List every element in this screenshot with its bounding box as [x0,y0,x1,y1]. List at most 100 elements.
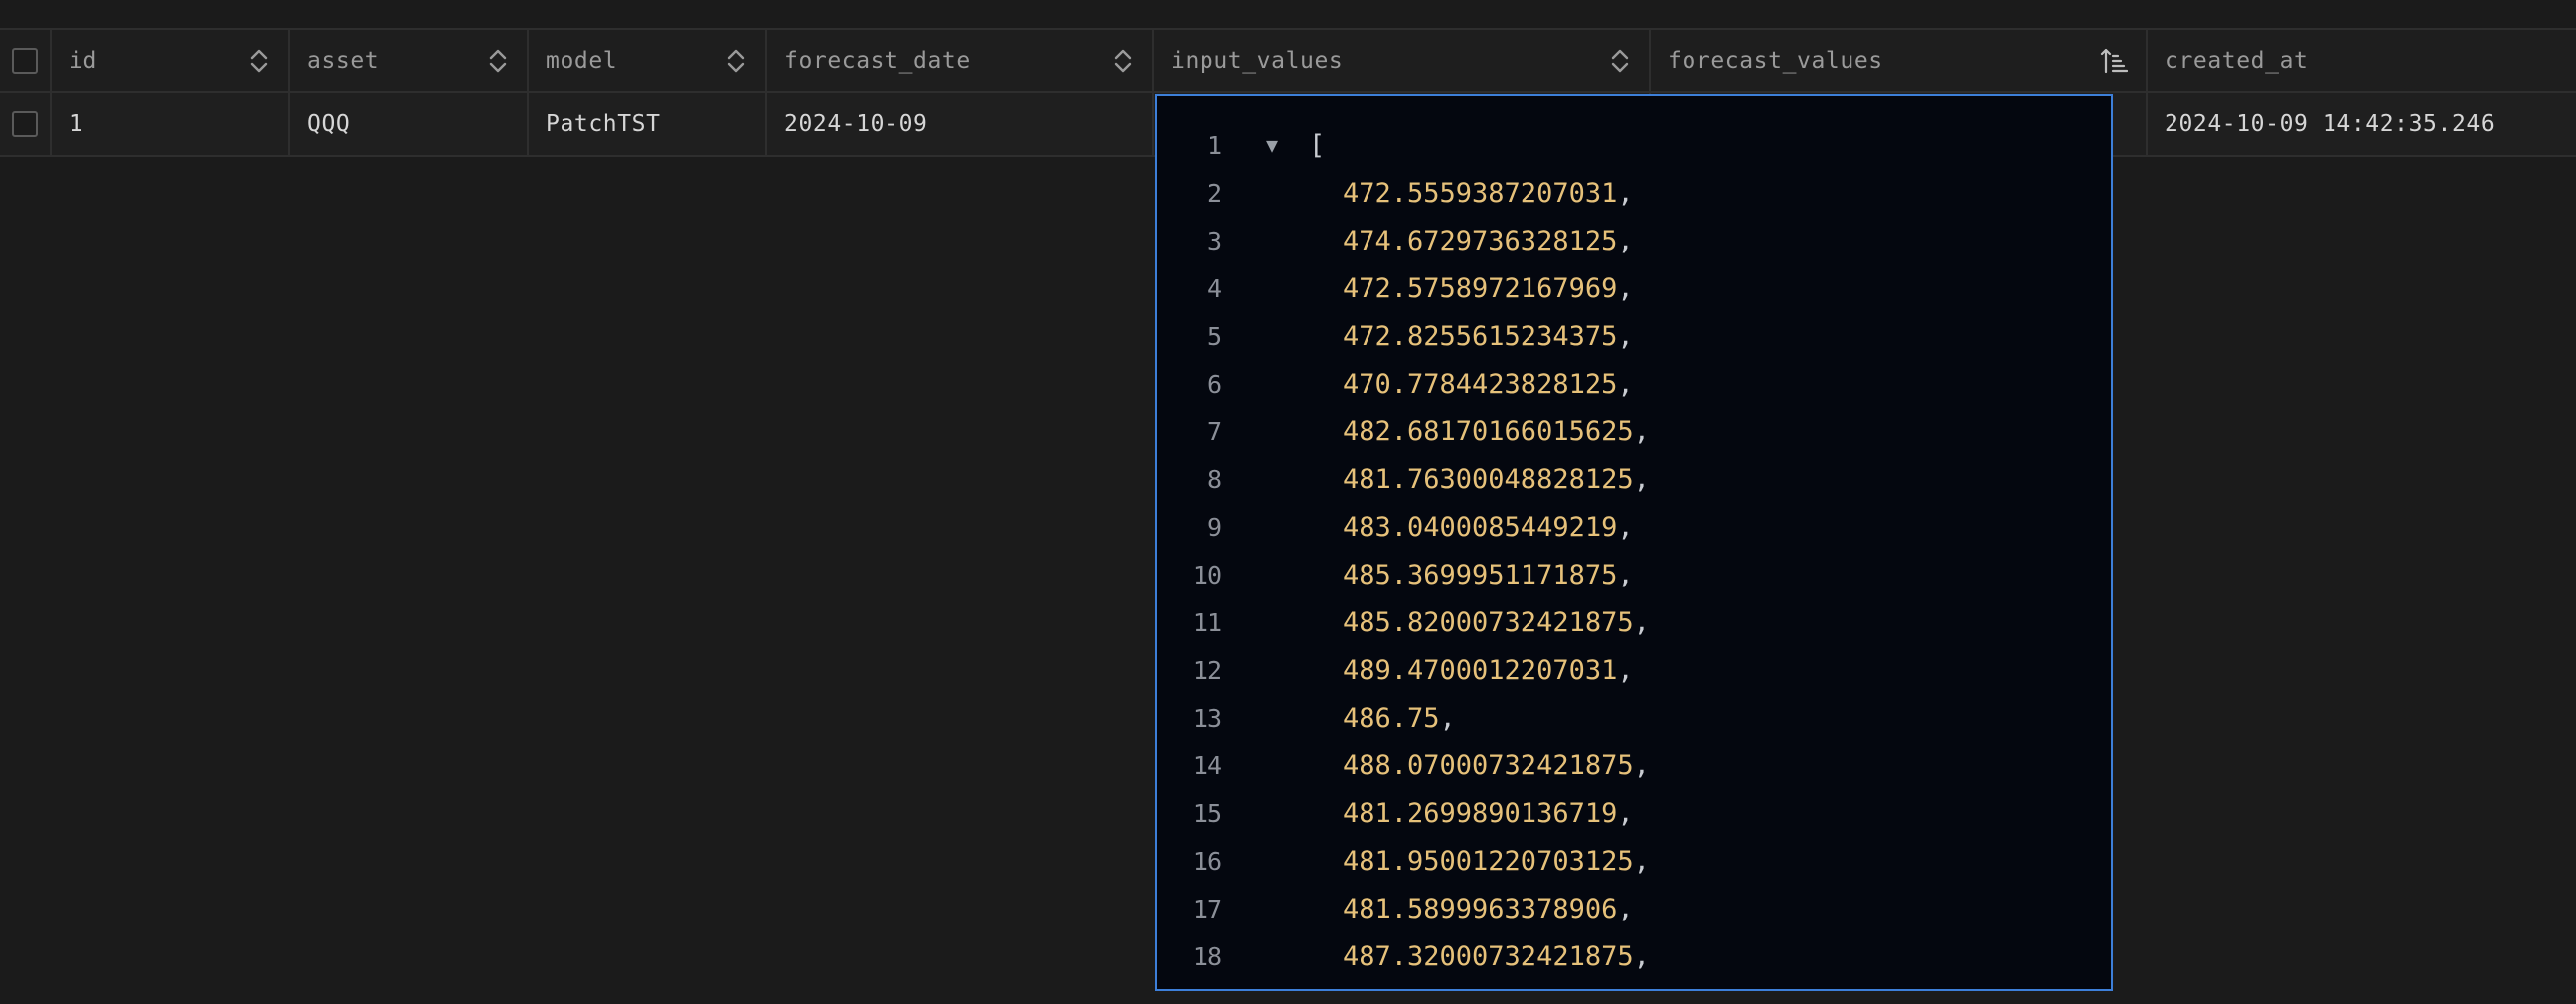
column-header-asset[interactable]: asset [290,30,529,91]
comma: , [1617,272,1634,304]
select-all-cell[interactable] [0,30,52,91]
editor-line: 6 470.7784423828125, [1157,360,2111,408]
json-number-value[interactable]: 472.5758972167969, [1343,273,1634,304]
sort-ascending-icon[interactable] [2100,46,2128,76]
column-label: forecast_date [784,48,971,74]
cell-model[interactable]: PatchTST [529,93,767,155]
column-header-id[interactable]: id [52,30,290,91]
column-label: id [69,48,97,74]
line-number: 6 [1207,369,1222,399]
line-number: 13 [1192,703,1222,733]
cell-asset[interactable]: QQQ [290,93,529,155]
json-number-value[interactable]: 485.3699951171875, [1343,560,1634,590]
line-number: 5 [1207,321,1222,351]
select-all-checkbox[interactable] [12,48,38,74]
editor-line: 14 488.07000732421875, [1157,742,2111,789]
sort-updown-icon[interactable] [1112,46,1134,76]
json-number-value[interactable]: 485.82000732421875, [1343,607,1650,638]
open-bracket: [ [1309,129,1326,161]
json-cell-editor[interactable]: 1 ▼ [ 2 472.5559387207031, 3 474.6729736328… [1155,94,2113,991]
sort-updown-icon[interactable] [248,46,270,76]
editor-line: 2 472.5559387207031, [1157,169,2111,217]
line-number: 7 [1207,417,1222,446]
column-header-model[interactable]: model [529,30,767,91]
editor-line: 12 489.4700012207031, [1157,646,2111,694]
json-number-value[interactable]: 489.4700012207031, [1343,655,1634,686]
column-header-input-values[interactable]: input_values [1154,30,1651,91]
json-number-value[interactable]: 481.76300048828125, [1343,464,1650,495]
comma: , [1633,606,1650,638]
cell-created-at[interactable]: 2024-10-09 14:42:35.246 [2148,93,2576,155]
column-header-forecast-date[interactable]: forecast_date [767,30,1154,91]
line-number: 1 [1207,130,1222,160]
json-number-value[interactable]: 488.07000732421875, [1343,751,1650,781]
comma: , [1633,463,1650,495]
fold-triangle-icon[interactable]: ▼ [1266,133,1278,157]
editor-line: 13 486.75, [1157,694,2111,742]
cell-id[interactable]: 1 [52,93,290,155]
editor-line: 8 481.76300048828125, [1157,455,2111,503]
json-number-value[interactable]: 470.7784423828125, [1343,369,1634,400]
comma: , [1633,940,1650,972]
line-number: 11 [1192,607,1222,637]
editor-line: 9 483.0400085449219, [1157,503,2111,551]
comma: , [1439,702,1456,734]
json-number-value[interactable]: 481.5899963378906, [1343,894,1634,924]
json-number-value[interactable]: 481.95001220703125, [1343,846,1650,877]
line-number: 8 [1207,464,1222,494]
line-number: 2 [1207,178,1222,208]
line-number: 17 [1192,894,1222,923]
json-number-value[interactable]: 472.8255615234375, [1343,321,1634,352]
comma: , [1617,654,1634,686]
line-number: 15 [1192,798,1222,828]
comma: , [1633,750,1650,781]
editor-line: 15 481.2699890136719, [1157,789,2111,837]
line-number: 16 [1192,846,1222,876]
line-number: 10 [1192,560,1222,589]
comma: , [1617,893,1634,924]
line-number: 4 [1207,273,1222,303]
comma: , [1617,225,1634,256]
editor-line: 10 485.3699951171875, [1157,551,2111,598]
sort-updown-icon[interactable] [487,46,509,76]
json-number-value[interactable]: 481.2699890136719, [1343,798,1634,829]
column-label: model [546,48,618,74]
header-row: id asset model forecast_date input_value… [0,30,2576,93]
editor-line: 1 ▼ [ [1157,121,2111,169]
sort-updown-icon[interactable] [725,46,747,76]
comma: , [1617,177,1634,209]
row-checkbox[interactable] [12,111,38,137]
line-number: 12 [1192,655,1222,685]
json-number-value[interactable]: 487.32000732421875, [1343,941,1650,972]
comma: , [1617,368,1634,400]
column-label: forecast_values [1668,48,1883,74]
json-number-value[interactable]: 486.75, [1343,703,1456,734]
column-header-created-at[interactable]: created_at [2148,30,2576,91]
line-number: 3 [1207,226,1222,255]
json-number-value[interactable]: 472.5559387207031, [1343,178,1634,209]
column-header-forecast-values[interactable]: forecast_values [1651,30,2148,91]
json-number-value[interactable]: 474.6729736328125, [1343,226,1634,256]
column-label: created_at [2165,48,2309,74]
editor-line: 11 485.82000732421875, [1157,598,2111,646]
editor-line: 17 481.5899963378906, [1157,885,2111,932]
row-select-cell[interactable] [0,93,52,155]
editor-line: 18 487.32000732421875, [1157,932,2111,980]
line-number: 14 [1192,751,1222,780]
comma: , [1633,845,1650,877]
editor-line: 3 474.6729736328125, [1157,217,2111,264]
json-number-value[interactable]: 483.0400085449219, [1343,512,1634,543]
line-number: 18 [1192,941,1222,971]
column-label: input_values [1171,48,1344,74]
editor-line: 5 472.8255615234375, [1157,312,2111,360]
top-bar [0,0,2576,30]
comma: , [1633,416,1650,447]
editor-line: 16 481.95001220703125, [1157,837,2111,885]
json-number-value[interactable]: 482.68170166015625, [1343,417,1650,447]
line-number: 9 [1207,512,1222,542]
comma: , [1617,797,1634,829]
sort-updown-icon[interactable] [1609,46,1631,76]
cell-forecast-date[interactable]: 2024-10-09 [767,93,1154,155]
editor-line: 7 482.68170166015625, [1157,408,2111,455]
comma: , [1617,320,1634,352]
